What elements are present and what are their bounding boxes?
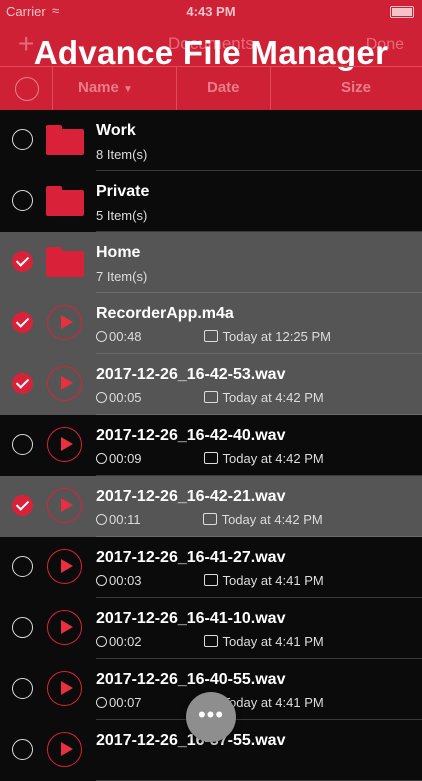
- calendar-icon: [203, 574, 218, 586]
- row-title: 2017-12-26_16-42-53.wav: [96, 366, 286, 383]
- stopwatch-icon: [96, 453, 107, 464]
- row-checkbox[interactable]: [12, 129, 33, 150]
- row-title: 2017-12-26_16-41-27.wav: [96, 549, 286, 566]
- stopwatch-icon: [96, 514, 107, 525]
- clock: 4:43 PM: [186, 4, 236, 19]
- header: Carrier ≈ 4:43 PM + Documents Done Advan…: [0, 0, 422, 110]
- row-item-count: 8 Item(s): [96, 147, 148, 162]
- row-duration: 00:09: [109, 451, 142, 466]
- row-duration: 00:02: [109, 634, 142, 649]
- play-button[interactable]: [47, 488, 82, 523]
- row-date: Today at 4:41 PM: [222, 634, 324, 649]
- row-title: 2017-12-26_16-41-10.wav: [96, 610, 286, 627]
- row-meta: 00:09 Today at 4:42 PM: [96, 451, 324, 466]
- battery-icon: [390, 6, 414, 18]
- row-date: Today at 4:42 PM: [221, 512, 323, 527]
- row-checkbox[interactable]: [12, 434, 33, 455]
- more-options-button[interactable]: •••: [186, 692, 236, 742]
- row-title: RecorderApp.m4a: [96, 305, 234, 322]
- row-date: Today at 4:41 PM: [222, 573, 324, 588]
- row-title: Work: [96, 122, 136, 139]
- folder-icon: [46, 125, 84, 155]
- status-bar: Carrier ≈ 4:43 PM: [0, 0, 422, 22]
- row-checkbox[interactable]: [12, 678, 33, 699]
- play-button[interactable]: [47, 427, 82, 462]
- row-checkbox[interactable]: [12, 617, 33, 638]
- row-checkbox[interactable]: [12, 251, 33, 272]
- row-duration: 00:48: [109, 329, 142, 344]
- play-button[interactable]: [47, 671, 82, 706]
- row-title: Private: [96, 183, 150, 200]
- row-date: Today at 4:42 PM: [222, 390, 324, 405]
- file-row[interactable]: 2017-12-26_16-41-27.wav 00:03 Today at 4:4…: [0, 537, 422, 598]
- file-row[interactable]: 2017-12-26_16-42-21.wav 00:11 Today at 4:4…: [0, 476, 422, 537]
- calendar-icon: [203, 391, 218, 403]
- column-name-label: Name: [78, 79, 119, 96]
- calendar-icon: [203, 330, 218, 342]
- row-checkbox[interactable]: [12, 495, 33, 516]
- column-divider: [52, 67, 53, 110]
- column-date-header[interactable]: Date: [207, 79, 240, 96]
- calendar-icon: [203, 635, 218, 647]
- select-all-checkbox[interactable]: [15, 77, 39, 101]
- row-title: 2017-12-26_16-40-55.wav: [96, 671, 286, 688]
- stopwatch-icon: [96, 392, 107, 403]
- row-meta: 00:03 Today at 4:41 PM: [96, 573, 324, 588]
- row-duration: 00:05: [109, 390, 142, 405]
- column-headers: Name ▼ Date Size: [0, 66, 422, 110]
- row-title: 2017-12-26_16-37-55.wav: [96, 732, 286, 749]
- row-item-count: 7 Item(s): [96, 269, 148, 284]
- folder-row[interactable]: Private 5 Item(s): [0, 171, 422, 232]
- row-date: Today at 4:42 PM: [222, 451, 324, 466]
- row-title: 2017-12-26_16-42-40.wav: [96, 427, 286, 444]
- stopwatch-icon: [96, 636, 107, 647]
- column-divider: [270, 67, 271, 110]
- play-button[interactable]: [47, 610, 82, 645]
- row-duration: 00:03: [109, 573, 142, 588]
- file-row[interactable]: 2017-12-26_16-42-53.wav 00:05 Today at 4:4…: [0, 354, 422, 415]
- row-meta: 00:05 Today at 4:42 PM: [96, 390, 324, 405]
- row-duration: 00:11: [109, 512, 141, 527]
- folder-icon: [46, 247, 84, 277]
- row-meta: 00:48 Today at 12:25 PM: [96, 329, 331, 344]
- file-row[interactable]: RecorderApp.m4a 00:48 Today at 12:25 PM: [0, 293, 422, 354]
- row-checkbox[interactable]: [12, 190, 33, 211]
- file-list: Work 8 Item(s) Private 5 Item(s) Home 7 Item(…: [0, 110, 422, 781]
- play-button[interactable]: [47, 305, 82, 340]
- row-meta: 00:02 Today at 4:41 PM: [96, 634, 324, 649]
- row-checkbox[interactable]: [12, 556, 33, 577]
- calendar-icon: [202, 513, 217, 525]
- file-row[interactable]: 2017-12-26_16-42-40.wav 00:09 Today at 4:4…: [0, 415, 422, 476]
- row-title: Home: [96, 244, 141, 261]
- play-button[interactable]: [47, 366, 82, 401]
- sort-arrow-icon: ▼: [123, 84, 133, 95]
- stopwatch-icon: [96, 697, 107, 708]
- row-date: Today at 12:25 PM: [222, 329, 331, 344]
- row-item-count: 5 Item(s): [96, 208, 148, 223]
- row-date: Today at 4:41 PM: [222, 695, 324, 710]
- play-button[interactable]: [47, 549, 82, 584]
- folder-icon: [46, 186, 84, 216]
- file-row[interactable]: 2017-12-26_16-41-10.wav 00:02 Today at 4:4…: [0, 598, 422, 659]
- row-checkbox[interactable]: [12, 312, 33, 333]
- row-duration: 00:07: [109, 695, 142, 710]
- row-checkbox[interactable]: [12, 373, 33, 394]
- column-name-header[interactable]: Name ▼: [78, 79, 133, 96]
- row-meta: 00:11 Today at 4:42 PM: [96, 512, 323, 527]
- folder-row[interactable]: Home 7 Item(s): [0, 232, 422, 293]
- column-size-header[interactable]: Size: [341, 79, 371, 96]
- stopwatch-icon: [96, 575, 107, 586]
- folder-row[interactable]: Work 8 Item(s): [0, 110, 422, 171]
- column-divider: [176, 67, 177, 110]
- row-title: 2017-12-26_16-42-21.wav: [96, 488, 286, 505]
- calendar-icon: [203, 452, 218, 464]
- stopwatch-icon: [96, 331, 107, 342]
